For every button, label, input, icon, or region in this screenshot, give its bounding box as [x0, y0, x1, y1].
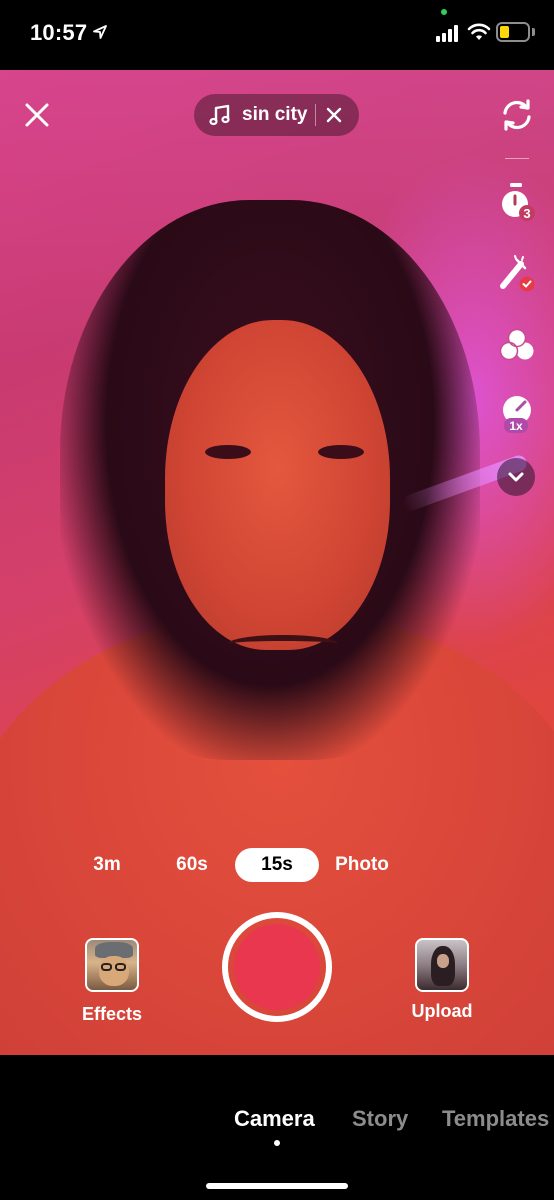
speed-icon: 1x	[503, 396, 531, 433]
chevron-down-icon	[508, 472, 524, 482]
subject-face	[165, 320, 390, 650]
wifi-icon	[467, 23, 491, 40]
tab-templates[interactable]: Templates	[442, 1106, 549, 1132]
speed-badge: 1x	[509, 419, 523, 433]
mode-60s[interactable]: 60s	[167, 848, 217, 882]
home-indicator[interactable]	[206, 1183, 348, 1189]
location-arrow-icon	[93, 25, 107, 39]
mode-photo[interactable]: Photo	[328, 848, 396, 882]
cellular-signal-icon	[436, 24, 460, 42]
battery-level	[500, 26, 509, 38]
battery-icon	[496, 22, 530, 42]
upload-label: Upload	[411, 1001, 473, 1021]
record-button-inner	[234, 924, 320, 1010]
speed-button[interactable]: 1x	[495, 390, 539, 434]
timer-button[interactable]: 3	[495, 180, 539, 224]
battery-nub	[532, 28, 535, 36]
beautify-button[interactable]	[495, 252, 539, 296]
pill-divider	[315, 104, 316, 126]
sound-name: sin city	[242, 104, 308, 125]
upload-button[interactable]: Upload	[410, 938, 474, 1022]
flip-camera-button[interactable]	[495, 93, 539, 137]
remove-sound-icon[interactable]	[326, 107, 342, 123]
flip-camera-icon	[503, 99, 531, 131]
close-icon[interactable]	[22, 100, 52, 130]
more-tools-button[interactable]	[497, 458, 535, 496]
side-tools-divider	[505, 158, 529, 159]
tab-camera[interactable]: Camera	[234, 1106, 315, 1132]
filters-icon	[499, 328, 534, 361]
upload-thumbnail	[415, 938, 469, 992]
camera-preview[interactable]	[0, 70, 554, 1055]
mode-3m[interactable]: 3m	[86, 848, 128, 882]
effects-thumbnail	[85, 938, 139, 992]
subject-eye-right	[318, 445, 364, 459]
duration-selector: 3m 60s 15s Photo	[0, 848, 554, 882]
status-time: 10:57	[30, 20, 88, 45]
timer-icon: 3	[502, 183, 535, 221]
subject-mustache	[228, 635, 338, 653]
magic-wand-icon	[500, 255, 535, 292]
music-note-icon	[209, 104, 230, 126]
status-bar: 10:57	[0, 0, 554, 70]
active-tab-indicator	[274, 1140, 280, 1146]
timer-badge: 3	[523, 206, 530, 221]
effects-button[interactable]: Effects	[80, 938, 144, 1025]
add-sound-button[interactable]: sin city	[194, 94, 359, 136]
mode-15s[interactable]: 15s	[235, 848, 319, 882]
subject-eye-left	[205, 445, 251, 459]
tab-story[interactable]: Story	[352, 1106, 408, 1132]
filters-button[interactable]	[495, 323, 539, 367]
record-button[interactable]	[222, 912, 332, 1022]
effects-label: Effects	[81, 1004, 143, 1024]
privacy-indicator-dot	[441, 9, 447, 15]
